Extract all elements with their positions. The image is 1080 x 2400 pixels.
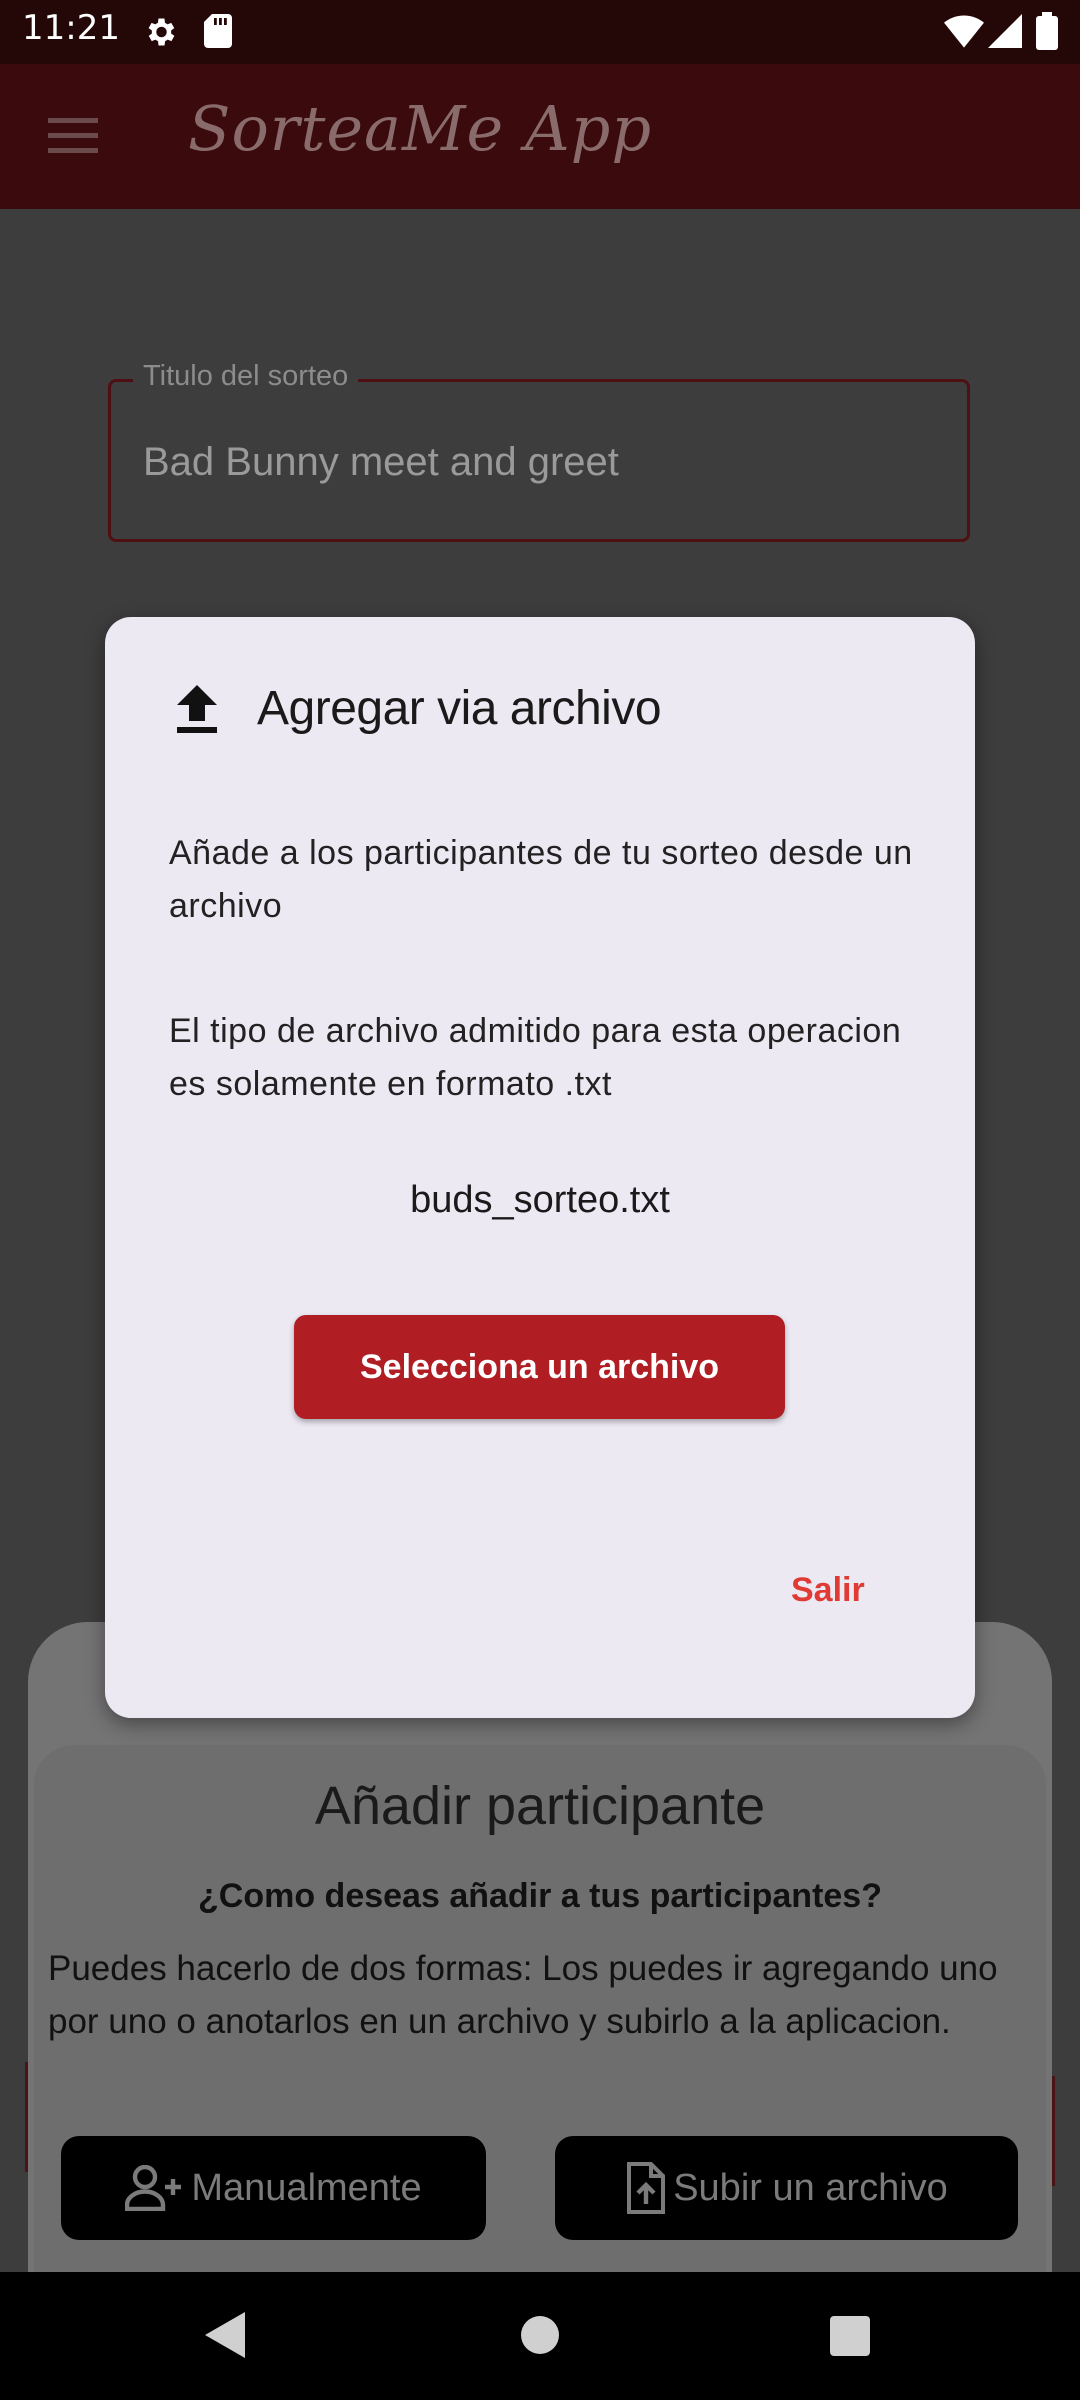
exit-button[interactable]: Salir — [791, 1571, 865, 1610]
status-time: 11:21 — [22, 8, 120, 48]
manual-add-label: Manualmente — [191, 2166, 422, 2209]
bottom-sheet-subtitle: ¿Como deseas añadir a tus participantes? — [198, 1877, 882, 1915]
upload-file-button[interactable]: Subir un archivo — [555, 2136, 1018, 2240]
manual-add-button[interactable]: Manualmente — [61, 2136, 486, 2240]
home-icon[interactable] — [521, 2316, 559, 2354]
file-upload-icon — [627, 2162, 666, 2214]
bottom-sheet-title: Añadir participante — [314, 1776, 766, 1836]
bottom-sheet-description: Puedes hacerlo de dos formas: Los puedes… — [48, 1949, 998, 2041]
dialog-format-note: El tipo de archivo admitido para esta op… — [169, 1012, 902, 1103]
battery-icon — [1036, 12, 1058, 50]
sd-card-icon — [204, 14, 232, 48]
dialog-description: Añade a los participantes de tu sorteo d… — [169, 834, 913, 925]
app-title: SorteaMe App — [188, 92, 653, 165]
upload-icon — [177, 685, 217, 733]
status-bar: 11:21 — [0, 0, 1080, 64]
raffle-title-value: Bad Bunny meet and greet — [143, 440, 619, 484]
add-person-icon — [125, 2165, 182, 2211]
menu-icon[interactable] — [48, 118, 98, 154]
raffle-title-label: Titulo del sorteo — [133, 360, 359, 393]
raffle-title-field[interactable]: Titulo del sorteo Bad Bunny meet and gre… — [108, 360, 970, 542]
back-icon[interactable] — [205, 2312, 245, 2358]
upload-file-label: Subir un archivo — [673, 2166, 948, 2209]
select-file-button[interactable]: Selecciona un archivo — [294, 1315, 785, 1419]
wifi-icon — [944, 15, 984, 48]
selected-file-name: buds_sorteo.txt — [410, 1179, 670, 1221]
dialog-title: Agregar via archivo — [257, 682, 662, 735]
settings-icon — [148, 18, 175, 46]
add-via-file-dialog: Agregar via archivo Añade a los particip… — [105, 617, 975, 1718]
navigation-bar — [0, 2272, 1080, 2400]
cell-signal-icon — [988, 14, 1022, 48]
app-bar: SorteaMe App — [0, 64, 1080, 209]
recents-icon[interactable] — [830, 2316, 870, 2356]
